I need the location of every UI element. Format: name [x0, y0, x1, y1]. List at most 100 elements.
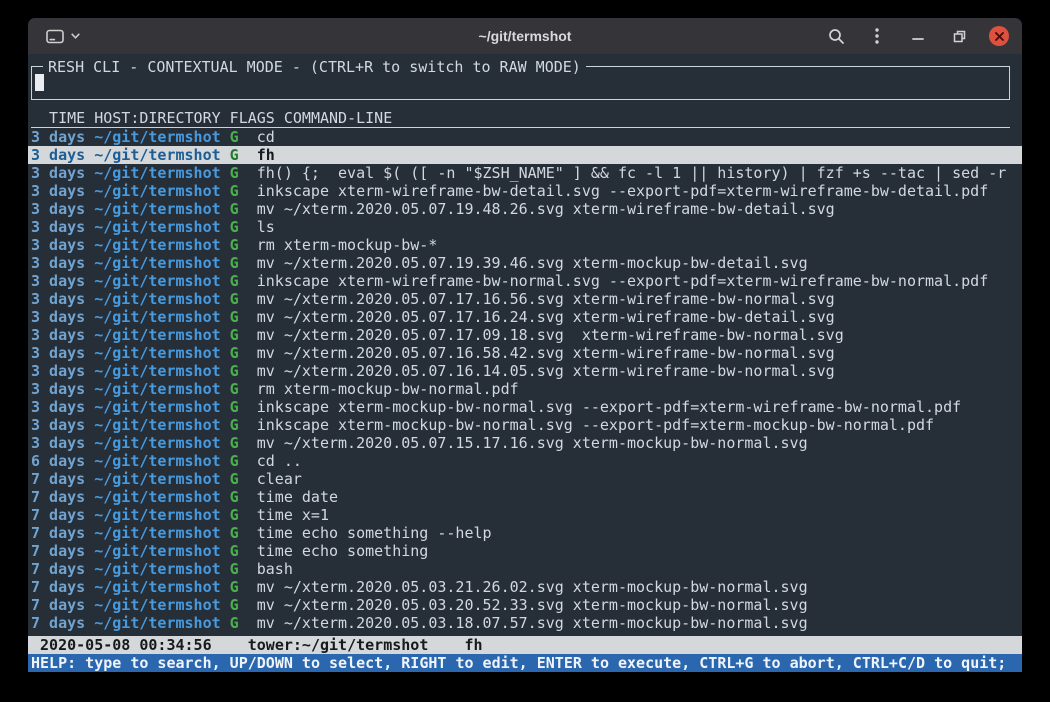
row-command: mv ~/xterm.2020.05.07.17.09.18.svg xterm… [257, 326, 844, 344]
row-command: rm xterm-mockup-bw-normal.pdf [257, 380, 519, 398]
row-time: 3 days [31, 380, 94, 398]
history-row[interactable]: 3 days~/git/termshotGls [28, 218, 1022, 236]
titlebar-right [825, 25, 1022, 47]
row-time: 3 days [31, 272, 94, 290]
row-directory: ~/git/termshot [94, 380, 229, 398]
row-directory: ~/git/termshot [94, 164, 229, 182]
row-flags: G [230, 398, 257, 416]
row-time: 3 days [31, 290, 94, 308]
history-row[interactable]: 3 days~/git/termshotGmv ~/xterm.2020.05.… [28, 362, 1022, 380]
history-row[interactable]: 7 days~/git/termshotGmv ~/xterm.2020.05.… [28, 578, 1022, 596]
search-input-box[interactable]: RESH CLI - CONTEXTUAL MODE - (CTRL+R to … [31, 66, 1010, 100]
row-directory: ~/git/termshot [94, 470, 229, 488]
history-row[interactable]: 3 days~/git/termshotGrm xterm-mockup-bw-… [28, 380, 1022, 398]
history-row[interactable]: 7 days~/git/termshotGmv ~/xterm.2020.05.… [28, 596, 1022, 614]
history-row[interactable]: 7 days~/git/termshotGbash [28, 560, 1022, 578]
row-time: 3 days [31, 308, 94, 326]
row-directory: ~/git/termshot [94, 218, 229, 236]
history-row[interactable]: 3 days~/git/termshotGmv ~/xterm.2020.05.… [28, 308, 1022, 326]
row-time: 7 days [31, 470, 94, 488]
window-title: ~/git/termshot [479, 28, 572, 44]
row-time: 7 days [31, 560, 94, 578]
help-bar: HELP: type to search, UP/DOWN to select,… [28, 654, 1022, 672]
history-row[interactable]: 3 days~/git/termshotGinkscape xterm-wire… [28, 272, 1022, 290]
history-row[interactable]: 3 days~/git/termshotGinkscape xterm-mock… [28, 398, 1022, 416]
history-row[interactable]: 7 days~/git/termshotGclear [28, 470, 1022, 488]
row-flags: G [230, 560, 257, 578]
row-flags: G [230, 146, 257, 164]
row-command: mv ~/xterm.2020.05.07.17.16.56.svg xterm… [257, 290, 835, 308]
history-row[interactable]: 7 days~/git/termshotGtime x=1 [28, 506, 1022, 524]
row-command: ls [257, 218, 275, 236]
row-directory: ~/git/termshot [94, 398, 229, 416]
history-row[interactable]: 6 days~/git/termshotGcd .. [28, 452, 1022, 470]
history-row[interactable]: 3 days~/git/termshotGmv ~/xterm.2020.05.… [28, 200, 1022, 218]
terminal-screen[interactable]: RESH CLI - CONTEXTUAL MODE - (CTRL+R to … [28, 54, 1022, 672]
row-flags: G [230, 470, 257, 488]
row-command: inkscape xterm-wireframe-bw-detail.svg -… [257, 182, 989, 200]
history-row[interactable]: 7 days~/git/termshotGtime echo something… [28, 524, 1022, 542]
row-flags: G [230, 344, 257, 362]
history-row[interactable]: 3 days~/git/termshotGmv ~/xterm.2020.05.… [28, 344, 1022, 362]
history-row[interactable]: 3 days~/git/termshotGmv ~/xterm.2020.05.… [28, 290, 1022, 308]
row-flags: G [230, 506, 257, 524]
history-row[interactable]: 7 days~/git/termshotGmv ~/xterm.2020.05.… [28, 614, 1022, 632]
new-terminal-button[interactable] [44, 27, 82, 46]
kebab-menu-icon [875, 28, 879, 44]
row-flags: G [230, 488, 257, 506]
row-flags: G [230, 164, 257, 182]
history-list: 3 days~/git/termshotGcd3 days~/git/terms… [28, 128, 1022, 632]
row-directory: ~/git/termshot [94, 434, 229, 452]
row-time: 7 days [31, 542, 94, 560]
row-directory: ~/git/termshot [94, 272, 229, 290]
row-flags: G [230, 254, 257, 272]
row-command: cd [257, 128, 275, 146]
row-directory: ~/git/termshot [94, 506, 229, 524]
row-command: clear [257, 470, 302, 488]
history-row[interactable]: 3 days~/git/termshotGfh [28, 146, 1022, 164]
minimize-button[interactable] [907, 25, 929, 47]
row-command: time echo something [257, 542, 429, 560]
row-time: 7 days [31, 578, 94, 596]
terminal-tab-icon [46, 29, 64, 44]
history-row[interactable]: 3 days~/git/termshotGmv ~/xterm.2020.05.… [28, 254, 1022, 272]
row-flags: G [230, 596, 257, 614]
row-command: fh() {; eval $( ([ -n "$ZSH_NAME" ] && f… [257, 164, 1007, 182]
row-command: mv ~/xterm.2020.05.03.21.26.02.svg xterm… [257, 578, 808, 596]
row-time: 7 days [31, 488, 94, 506]
mode-title: RESH CLI - CONTEXTUAL MODE - (CTRL+R to … [43, 58, 586, 76]
minimize-icon [912, 30, 924, 42]
row-time: 7 days [31, 614, 94, 632]
history-row[interactable]: 3 days~/git/termshotGinkscape xterm-wire… [28, 182, 1022, 200]
history-row[interactable]: 3 days~/git/termshotGcd [28, 128, 1022, 146]
row-time: 3 days [31, 164, 94, 182]
row-flags: G [230, 578, 257, 596]
row-time: 3 days [31, 218, 94, 236]
history-row[interactable]: 7 days~/git/termshotGtime echo something [28, 542, 1022, 560]
row-command: mv ~/xterm.2020.05.07.16.14.05.svg xterm… [257, 362, 835, 380]
history-row[interactable]: 3 days~/git/termshotGmv ~/xterm.2020.05.… [28, 434, 1022, 452]
titlebar[interactable]: ~/git/termshot [28, 18, 1022, 54]
menu-button[interactable] [866, 25, 888, 47]
row-time: 3 days [31, 128, 94, 146]
row-time: 3 days [31, 182, 94, 200]
history-row[interactable]: 3 days~/git/termshotGrm xterm-mockup-bw-… [28, 236, 1022, 254]
row-directory: ~/git/termshot [94, 614, 229, 632]
row-time: 3 days [31, 344, 94, 362]
search-button[interactable] [825, 25, 847, 47]
row-directory: ~/git/termshot [94, 254, 229, 272]
row-time: 7 days [31, 506, 94, 524]
row-flags: G [230, 182, 257, 200]
restore-window-icon [953, 30, 966, 43]
history-row[interactable]: 7 days~/git/termshotGtime date [28, 488, 1022, 506]
history-row[interactable]: 3 days~/git/termshotGmv ~/xterm.2020.05.… [28, 326, 1022, 344]
history-row[interactable]: 3 days~/git/termshotGinkscape xterm-mock… [28, 416, 1022, 434]
row-flags: G [230, 380, 257, 398]
history-row[interactable]: 3 days~/git/termshotGfh() {; eval $( ([ … [28, 164, 1022, 182]
row-directory: ~/git/termshot [94, 236, 229, 254]
desktop-background: ~/git/termshot R [0, 0, 1050, 702]
close-button[interactable] [989, 26, 1009, 46]
titlebar-left [28, 27, 82, 46]
row-flags: G [230, 542, 257, 560]
restore-button[interactable] [948, 25, 970, 47]
